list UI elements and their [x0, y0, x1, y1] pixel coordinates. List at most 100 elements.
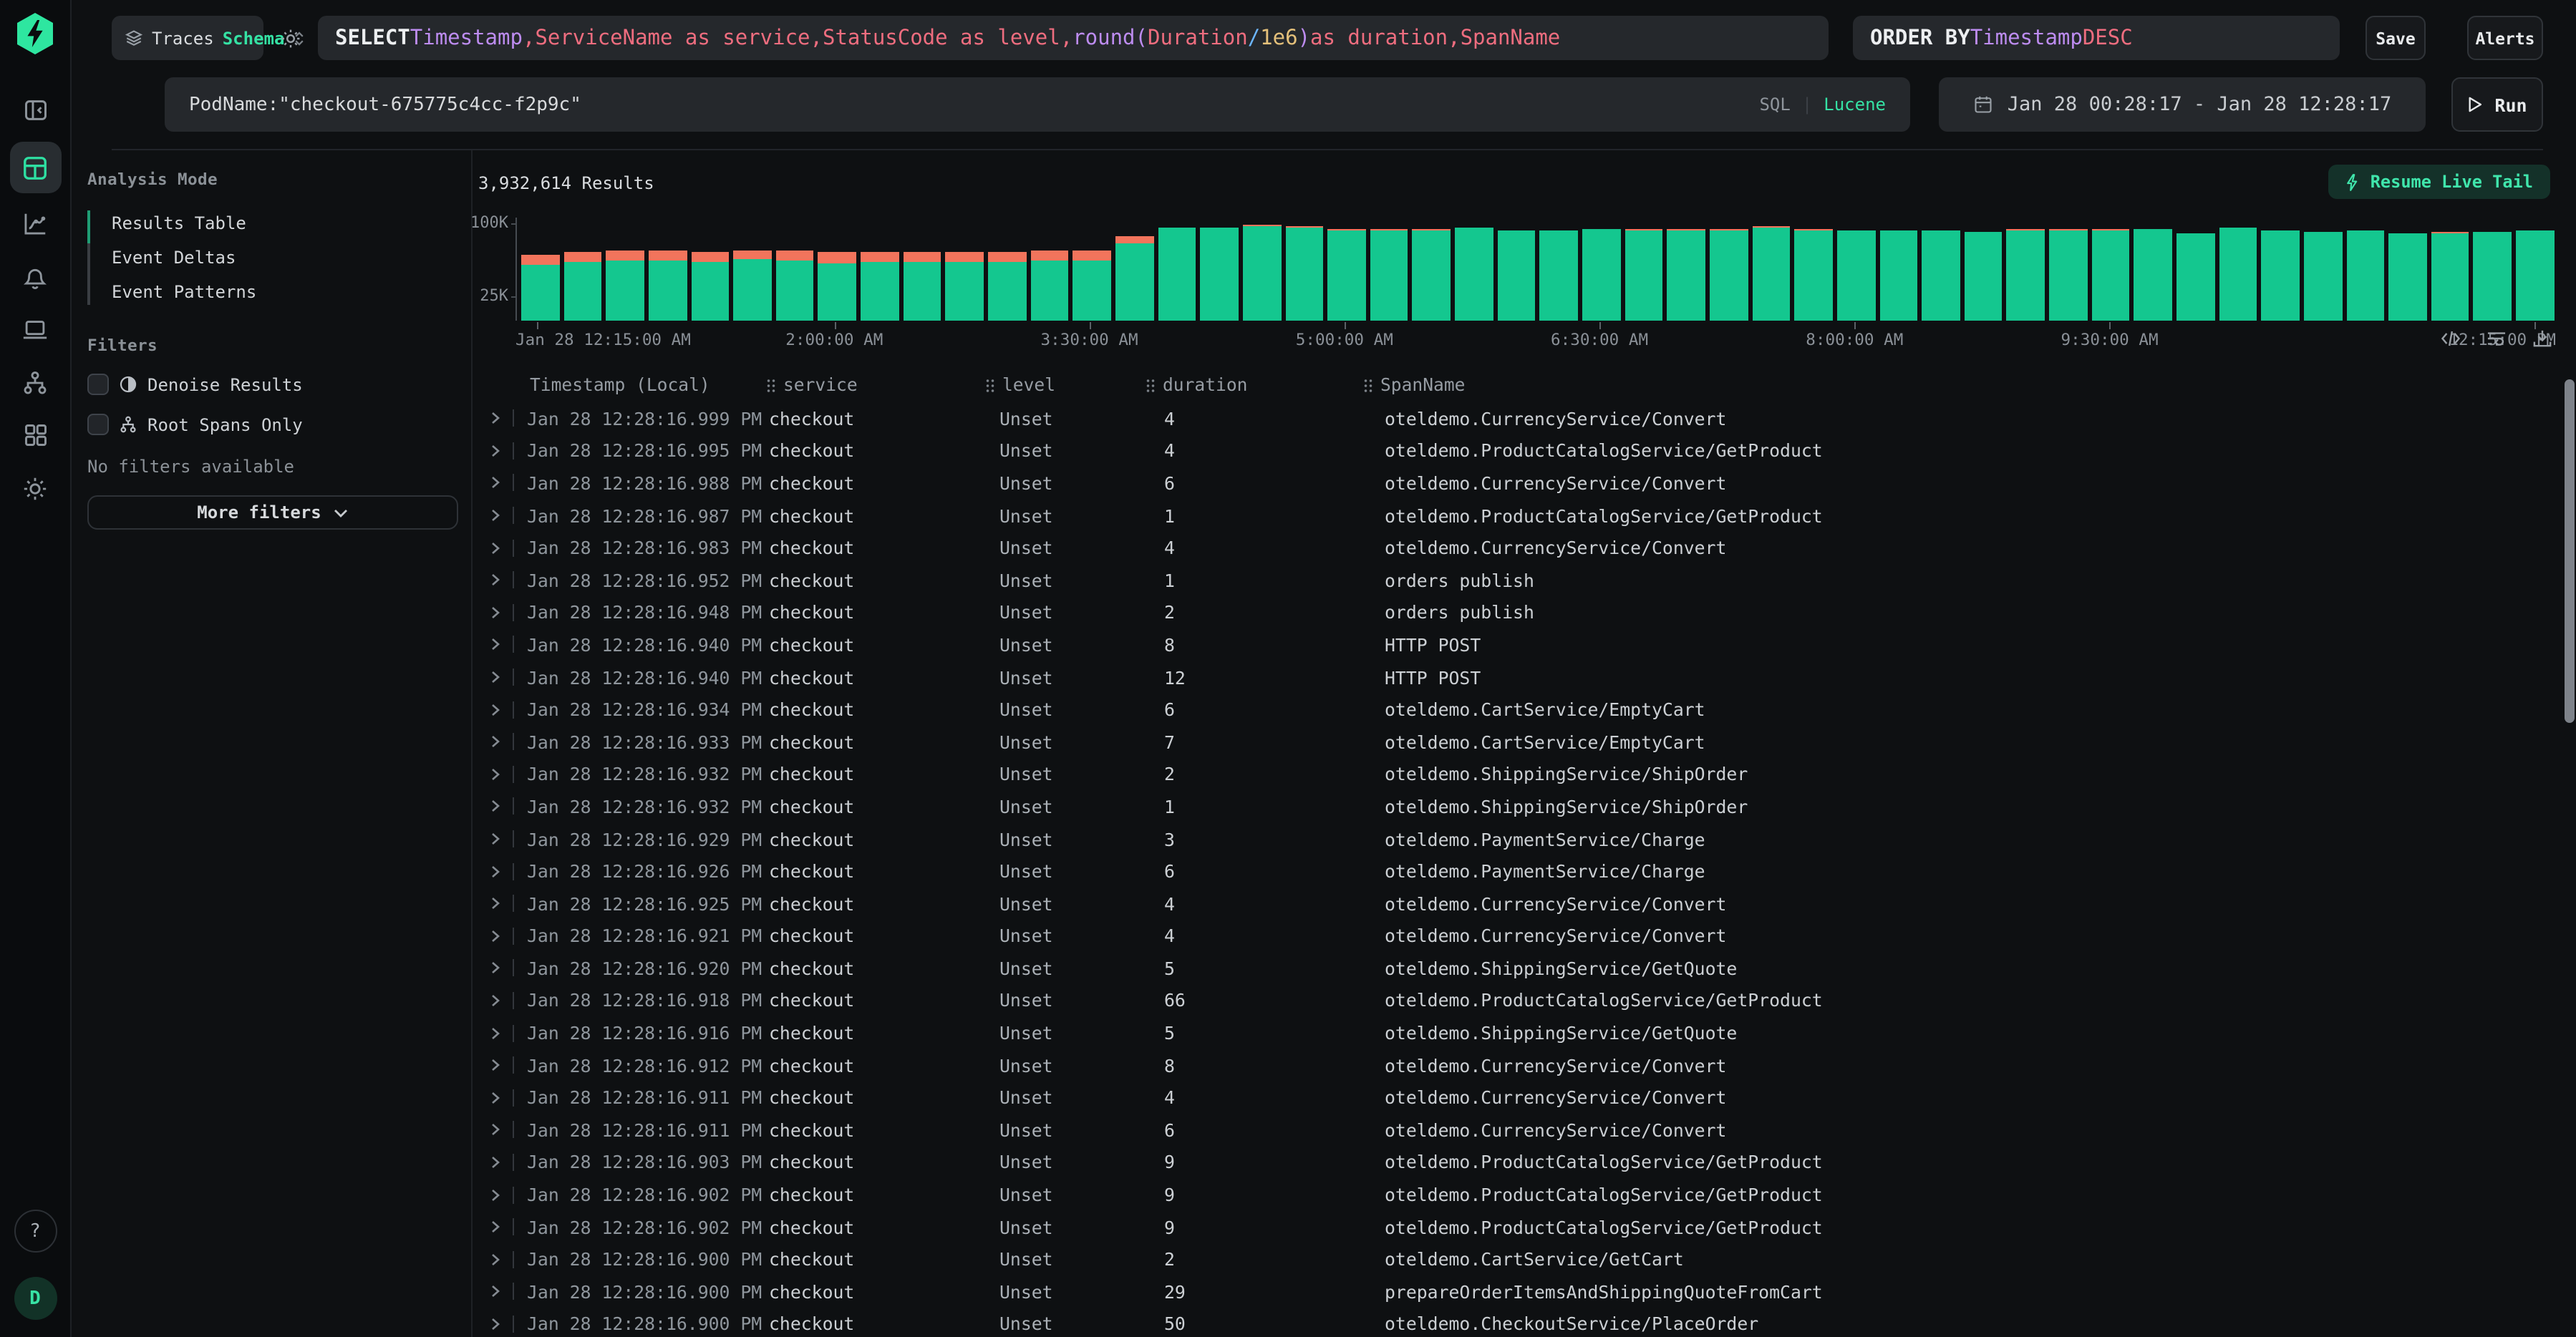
histogram-bar[interactable] — [904, 251, 941, 321]
row-expand-chevron-icon[interactable] — [478, 1316, 524, 1333]
table-row[interactable]: Jan 28 12:28:16.916 PMcheckoutUnset5otel… — [478, 1017, 2566, 1049]
table-row[interactable]: Jan 28 12:28:16.900 PMcheckoutUnset29pre… — [478, 1275, 2566, 1308]
histogram-bar[interactable] — [1667, 229, 1705, 321]
alerts-button[interactable]: Alerts — [2467, 16, 2543, 60]
table-row[interactable]: Jan 28 12:28:16.926 PMcheckoutUnset6otel… — [478, 855, 2566, 888]
histogram-bar[interactable] — [1965, 232, 2003, 321]
histogram-bar[interactable] — [1158, 227, 1196, 321]
row-expand-chevron-icon[interactable] — [478, 733, 524, 750]
lucene-toggle[interactable]: Lucene — [1824, 94, 1886, 115]
mode-item-event-patterns[interactable]: Event Patterns — [100, 275, 457, 309]
row-expand-chevron-icon[interactable] — [478, 636, 524, 653]
source-select[interactable]: Traces Schema — [112, 16, 263, 60]
row-expand-chevron-icon[interactable] — [478, 1089, 524, 1107]
histogram-bar[interactable] — [733, 251, 771, 321]
column-header-duration[interactable]: duration — [1146, 375, 1363, 395]
histogram-bar[interactable] — [1455, 227, 1493, 321]
row-expand-chevron-icon[interactable] — [478, 604, 524, 621]
table-row[interactable]: Jan 28 12:28:16.987 PMcheckoutUnset1otel… — [478, 500, 2566, 532]
histogram-bar[interactable] — [1794, 229, 1832, 321]
histogram-bar[interactable] — [1752, 226, 1790, 321]
time-range-picker[interactable]: Jan 28 00:28:17 - Jan 28 12:28:17 — [1939, 77, 2426, 132]
drag-handle-icon[interactable] — [985, 377, 995, 393]
histogram-bar[interactable] — [2049, 229, 2087, 321]
histogram-bar[interactable] — [691, 251, 729, 321]
select-clause-input[interactable]: SELECT Timestamp, ServiceName as service… — [318, 16, 1829, 60]
rail-item-alerts-bell-icon[interactable] — [11, 255, 59, 298]
table-row[interactable]: Jan 28 12:28:16.948 PMcheckoutUnset2orde… — [478, 596, 2566, 628]
drag-handle-icon[interactable] — [766, 377, 776, 393]
table-row[interactable]: Jan 28 12:28:16.983 PMcheckoutUnset4otel… — [478, 532, 2566, 564]
row-expand-chevron-icon[interactable] — [478, 992, 524, 1009]
rail-item-sessions-laptop-icon[interactable] — [11, 308, 59, 351]
drag-handle-icon[interactable] — [1146, 377, 1156, 393]
table-row[interactable]: Jan 28 12:28:16.940 PMcheckoutUnset12HTT… — [478, 661, 2566, 694]
histogram-bar[interactable] — [988, 251, 1026, 321]
drag-handle-icon[interactable] — [1363, 377, 1373, 393]
histogram-bar[interactable] — [1201, 228, 1239, 321]
histogram-bar[interactable] — [946, 251, 984, 321]
histogram-bar[interactable] — [2134, 228, 2172, 321]
histogram-bar[interactable] — [1370, 229, 1408, 321]
row-expand-chevron-icon[interactable] — [478, 1122, 524, 1139]
row-expand-chevron-icon[interactable] — [478, 507, 524, 524]
sql-toggle[interactable]: SQL — [1759, 94, 1790, 115]
column-header-spanname[interactable]: SpanName — [1363, 375, 2566, 395]
row-expand-chevron-icon[interactable] — [478, 1056, 524, 1074]
histogram-bar[interactable] — [1837, 230, 1875, 321]
root-spans-checkbox[interactable] — [87, 414, 109, 435]
row-expand-chevron-icon[interactable] — [478, 1024, 524, 1041]
table-row[interactable]: Jan 28 12:28:16.902 PMcheckoutUnset9otel… — [478, 1211, 2566, 1243]
histogram-bar[interactable] — [2007, 229, 2045, 321]
column-header-level[interactable]: level — [985, 375, 1146, 395]
wrap-lines-icon[interactable] — [2486, 329, 2507, 348]
more-filters-button[interactable]: More filters — [87, 495, 458, 530]
row-expand-chevron-icon[interactable] — [478, 928, 524, 945]
column-header-service[interactable]: service — [766, 375, 985, 395]
table-row[interactable]: Jan 28 12:28:16.952 PMcheckoutUnset1orde… — [478, 564, 2566, 596]
table-row[interactable]: Jan 28 12:28:16.900 PMcheckoutUnset2otel… — [478, 1243, 2566, 1275]
histogram-bar[interactable] — [606, 251, 644, 321]
histogram-bar[interactable] — [1540, 230, 1578, 321]
table-row[interactable]: Jan 28 12:28:16.934 PMcheckoutUnset6otel… — [478, 694, 2566, 726]
row-expand-chevron-icon[interactable] — [478, 798, 524, 815]
table-row[interactable]: Jan 28 12:28:16.940 PMcheckoutUnset8HTTP… — [478, 628, 2566, 661]
table-row[interactable]: Jan 28 12:28:16.925 PMcheckoutUnset4otel… — [478, 888, 2566, 920]
histogram-bar[interactable] — [1073, 251, 1111, 321]
histogram-bar[interactable] — [521, 255, 559, 321]
orderby-clause-input[interactable]: ORDER BY Timestamp DESC — [1853, 16, 2340, 60]
row-expand-chevron-icon[interactable] — [478, 830, 524, 847]
table-row[interactable]: Jan 28 12:28:16.902 PMcheckoutUnset9otel… — [478, 1179, 2566, 1211]
histogram-bar[interactable] — [2219, 228, 2257, 321]
histogram-bar[interactable] — [2516, 230, 2554, 321]
help-button[interactable]: ? — [14, 1210, 57, 1253]
row-expand-chevron-icon[interactable] — [478, 1283, 524, 1300]
histogram-bar[interactable] — [2346, 230, 2384, 321]
table-scrollbar[interactable] — [2565, 379, 2575, 723]
histogram-bar[interactable] — [2262, 230, 2300, 321]
histogram-bar[interactable] — [2388, 233, 2426, 321]
code-view-icon[interactable] — [2440, 329, 2461, 348]
collapse-panel-icon[interactable] — [11, 89, 59, 132]
histogram-bar[interactable] — [563, 251, 601, 321]
table-row[interactable]: Jan 28 12:28:16.912 PMcheckoutUnset8otel… — [478, 1049, 2566, 1081]
row-expand-chevron-icon[interactable] — [478, 960, 524, 977]
source-settings-gear-icon[interactable] — [279, 26, 302, 49]
table-row[interactable]: Jan 28 12:28:16.918 PMcheckoutUnset66ote… — [478, 984, 2566, 1016]
table-row[interactable]: Jan 28 12:28:16.988 PMcheckoutUnset6otel… — [478, 467, 2566, 499]
search-input[interactable]: PodName:"checkout-675775c4cc-f2p9c" SQL … — [165, 77, 1910, 132]
table-row[interactable]: Jan 28 12:28:16.903 PMcheckoutUnset9otel… — [478, 1146, 2566, 1178]
row-expand-chevron-icon[interactable] — [478, 539, 524, 556]
histogram-bar[interactable] — [2431, 232, 2469, 321]
row-expand-chevron-icon[interactable] — [478, 1186, 524, 1203]
row-expand-chevron-icon[interactable] — [478, 410, 524, 427]
table-row[interactable]: Jan 28 12:28:16.921 PMcheckoutUnset4otel… — [478, 920, 2566, 952]
row-expand-chevron-icon[interactable] — [478, 572, 524, 589]
histogram-bar[interactable] — [1327, 229, 1365, 321]
table-row[interactable]: Jan 28 12:28:16.933 PMcheckoutUnset7otel… — [478, 726, 2566, 758]
run-button[interactable]: Run — [2451, 77, 2543, 132]
row-expand-chevron-icon[interactable] — [478, 862, 524, 880]
histogram-bar[interactable] — [1115, 236, 1153, 321]
table-row[interactable]: Jan 28 12:28:16.911 PMcheckoutUnset4otel… — [478, 1081, 2566, 1114]
histogram-bar[interactable] — [2176, 233, 2214, 321]
